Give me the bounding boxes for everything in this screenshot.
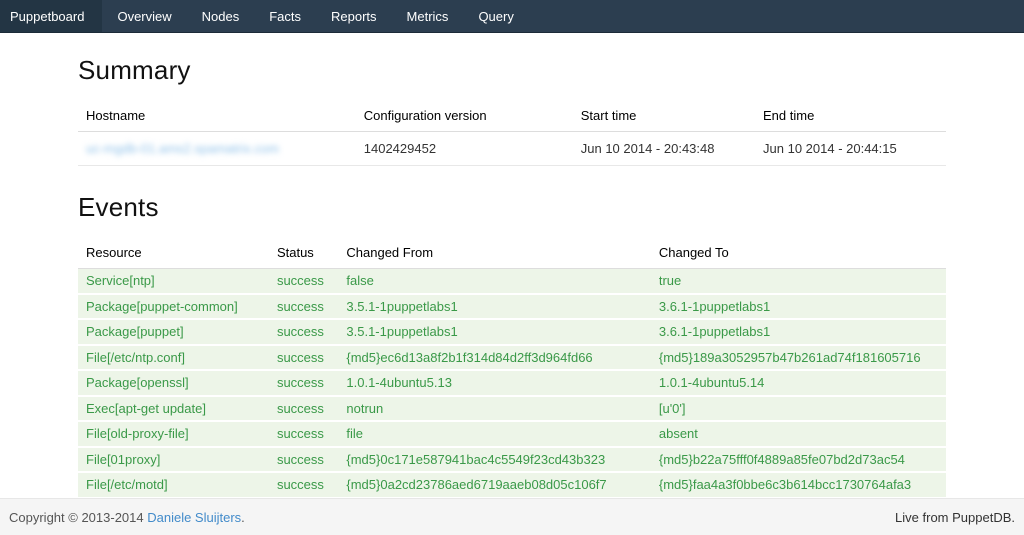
navbar-item-metrics[interactable]: Metrics [392, 0, 464, 32]
resource-cell: Exec[apt-get update] [78, 396, 269, 422]
changed-to-cell: true [651, 269, 946, 294]
events-header-row: Resource Status Changed From Changed To [78, 237, 946, 269]
navbar-item-nodes[interactable]: Nodes [187, 0, 255, 32]
changed-from-cell: {md5}0a2cd23786aed6719aaeb08d05c106f7 [338, 472, 650, 498]
resource-cell: File[/etc/ntp.conf] [78, 345, 269, 371]
status-cell: success [269, 294, 338, 320]
navbar-item-reports[interactable]: Reports [316, 0, 392, 32]
navbar-brand[interactable]: Puppetboard [0, 0, 102, 32]
resource-cell: File[01proxy] [78, 447, 269, 473]
events-header-status: Status [269, 237, 338, 269]
changed-to-cell: 3.6.1-1puppetlabs1 [651, 319, 946, 345]
changed-from-cell: notrun [338, 396, 650, 422]
status-cell: success [269, 370, 338, 396]
event-row: File[01proxy] success {md5}0c171e587941b… [78, 447, 946, 473]
copyright-text: Copyright © 2013-2014 Daniele Sluijters. [9, 510, 245, 525]
page-footer: Copyright © 2013-2014 Daniele Sluijters.… [0, 498, 1024, 535]
event-row: Package[puppet-common] success 3.5.1-1pu… [78, 294, 946, 320]
changed-from-cell: {md5}ec6d13a8f2b1f314d84d2ff3d964fd66 [338, 345, 650, 371]
event-row: File[/etc/motd] success {md5}0a2cd23786a… [78, 472, 946, 498]
author-link[interactable]: Daniele Sluijters [147, 510, 241, 525]
event-row: File[/etc/ntp.conf] success {md5}ec6d13a… [78, 345, 946, 371]
changed-from-cell: 3.5.1-1puppetlabs1 [338, 294, 650, 320]
events-header-changed-to: Changed To [651, 237, 946, 269]
resource-cell: Service[ntp] [78, 269, 269, 294]
event-row: Service[ntp] success false true [78, 269, 946, 294]
resource-cell: Package[puppet-common] [78, 294, 269, 320]
summary-row: uc-mgdb-01.ams2.spamatrix.com 1402429452… [78, 132, 946, 166]
summary-header-end-time: End time [755, 100, 946, 132]
changed-from-cell: 1.0.1-4ubuntu5.13 [338, 370, 650, 396]
copyright-suffix: . [241, 510, 245, 525]
event-row: Package[puppet] success 3.5.1-1puppetlab… [78, 319, 946, 345]
events-header-changed-from: Changed From [338, 237, 650, 269]
hostname-link[interactable]: uc-mgdb-01.ams2.spamatrix.com [86, 141, 279, 156]
navbar-item-facts[interactable]: Facts [254, 0, 316, 32]
summary-header-row: Hostname Configuration version Start tim… [78, 100, 946, 132]
changed-to-cell: {md5}faa4a3f0bbe6c3b614bcc1730764afa3 [651, 472, 946, 498]
events-header-resource: Resource [78, 237, 269, 269]
status-cell: success [269, 447, 338, 473]
summary-header-config-version: Configuration version [356, 100, 573, 132]
events-table: Resource Status Changed From Changed To … [78, 237, 946, 498]
changed-to-cell: 1.0.1-4ubuntu5.14 [651, 370, 946, 396]
live-from-puppetdb-text: Live from PuppetDB. [895, 510, 1015, 525]
summary-table: Hostname Configuration version Start tim… [78, 100, 946, 166]
summary-header-hostname: Hostname [78, 100, 356, 132]
summary-header-start-time: Start time [573, 100, 755, 132]
event-row: File[old-proxy-file] success file absent [78, 421, 946, 447]
changed-to-cell: 3.6.1-1puppetlabs1 [651, 294, 946, 320]
navbar-item-overview[interactable]: Overview [102, 0, 186, 32]
summary-title: Summary [78, 55, 946, 86]
changed-to-cell: [u'0'] [651, 396, 946, 422]
resource-cell: File[/etc/motd] [78, 472, 269, 498]
status-cell: success [269, 319, 338, 345]
changed-to-cell: {md5}b22a75fff0f4889a85fe07bd2d73ac54 [651, 447, 946, 473]
changed-from-cell: false [338, 269, 650, 294]
status-cell: success [269, 472, 338, 498]
changed-from-cell: file [338, 421, 650, 447]
copyright-prefix: Copyright © 2013-2014 [9, 510, 147, 525]
config-version-cell: 1402429452 [356, 132, 573, 166]
event-row: Package[openssl] success 1.0.1-4ubuntu5.… [78, 370, 946, 396]
start-time-cell: Jun 10 2014 - 20:43:48 [573, 132, 755, 166]
resource-cell: File[old-proxy-file] [78, 421, 269, 447]
end-time-cell: Jun 10 2014 - 20:44:15 [755, 132, 946, 166]
changed-to-cell: absent [651, 421, 946, 447]
event-row: Exec[apt-get update] success notrun [u'0… [78, 396, 946, 422]
resource-cell: Package[puppet] [78, 319, 269, 345]
changed-to-cell: {md5}189a3052957b47b261ad74f181605716 [651, 345, 946, 371]
status-cell: success [269, 345, 338, 371]
status-cell: success [269, 396, 338, 422]
resource-cell: Package[openssl] [78, 370, 269, 396]
navbar-item-query[interactable]: Query [463, 0, 528, 32]
status-cell: success [269, 269, 338, 294]
main-content: Summary Hostname Configuration version S… [0, 33, 1024, 498]
changed-from-cell: {md5}0c171e587941bac4c5549f23cd43b323 [338, 447, 650, 473]
events-title: Events [78, 192, 946, 223]
top-navbar: Puppetboard Overview Nodes Facts Reports… [0, 0, 1024, 33]
status-cell: success [269, 421, 338, 447]
changed-from-cell: 3.5.1-1puppetlabs1 [338, 319, 650, 345]
